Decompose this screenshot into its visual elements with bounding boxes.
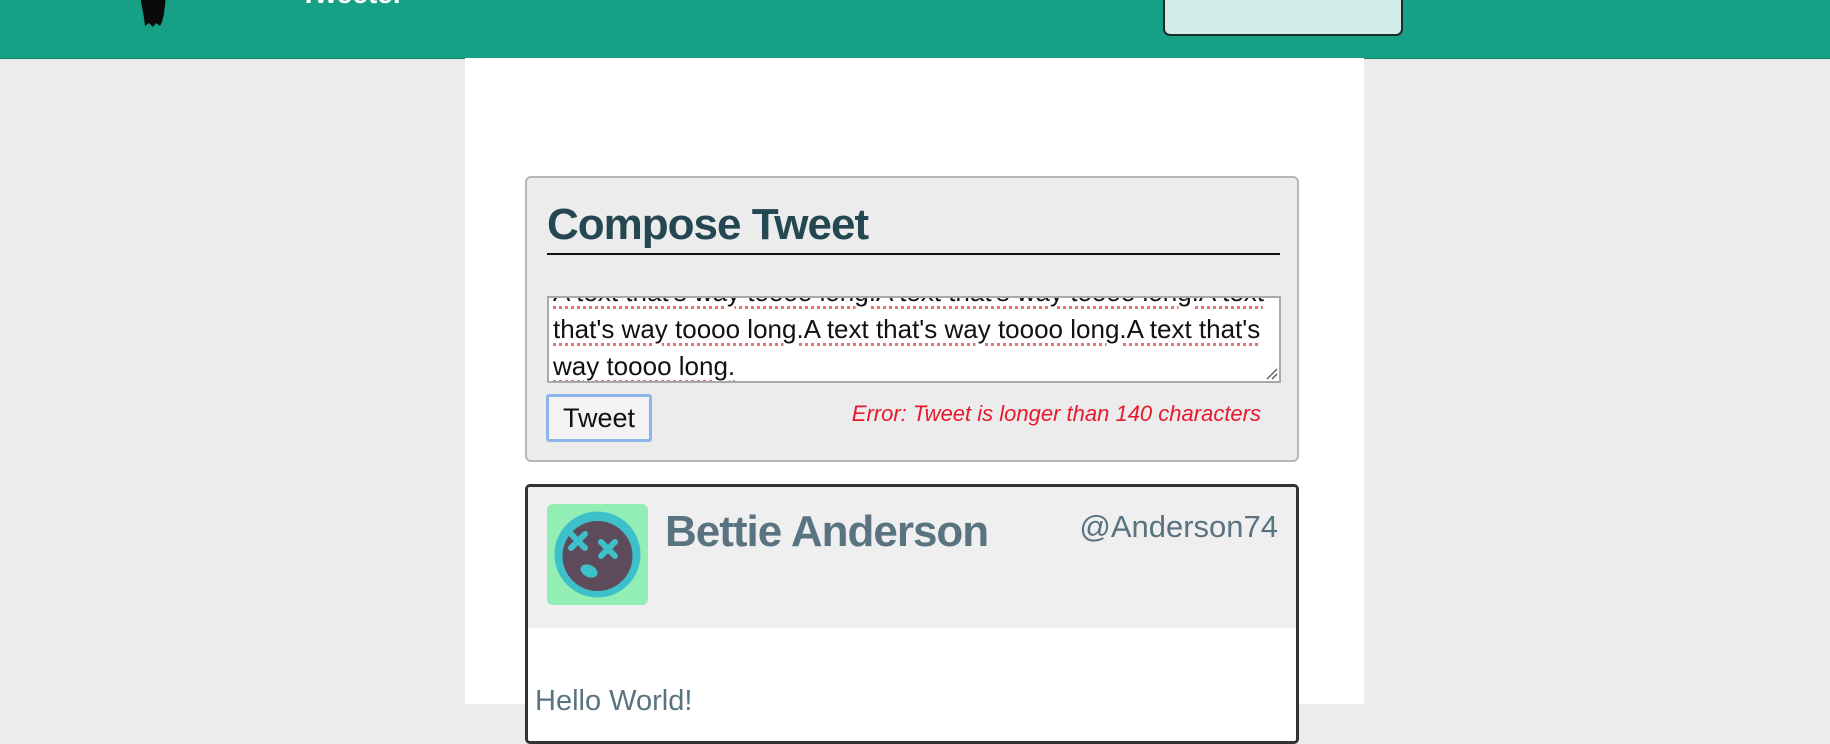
title-divider — [547, 253, 1280, 255]
tweet-content: Hello World! — [535, 685, 693, 717]
top-navbar: Tweeter — [0, 0, 1830, 59]
tweet-header: Bettie Anderson @Anderson74 — [528, 487, 1296, 628]
main-container: Compose Tweet A text that's way toooo lo… — [465, 58, 1364, 744]
resize-handle-icon[interactable] — [1264, 366, 1278, 380]
compose-tweet-panel: Compose Tweet A text that's way toooo lo… — [525, 176, 1299, 462]
tweet-submit-button[interactable]: Tweet — [546, 394, 652, 442]
tweet-card: Bettie Anderson @Anderson74 Hello World! — [525, 484, 1299, 744]
tweet-draft-text: A text that's way toooo long.A text that… — [553, 298, 1264, 381]
error-message: Error: Tweet is longer than 140 characte… — [851, 401, 1261, 426]
tweet-textarea[interactable]: A text that's way toooo long.A text that… — [547, 296, 1281, 383]
compose-title: Compose Tweet — [547, 200, 869, 249]
bird-silhouette-icon[interactable] — [136, 0, 172, 28]
author-handle: @Anderson74 — [1079, 509, 1278, 544]
author-name: Bettie Anderson — [665, 507, 989, 556]
dizzy-face-icon — [547, 504, 648, 605]
compose-toggle-button[interactable] — [1163, 0, 1403, 36]
brand-title[interactable]: Tweeter — [300, 0, 404, 10]
